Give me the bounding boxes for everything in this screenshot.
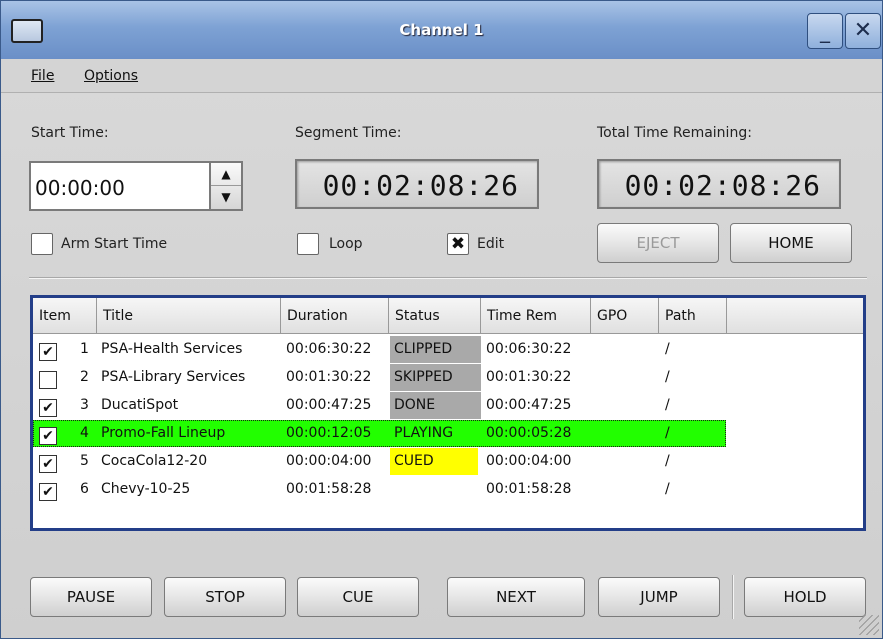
table-row[interactable]: ✔ 3 DucatiSpot 00:00:47:25 DONE 00:00:47… bbox=[33, 392, 726, 419]
row-path: / bbox=[665, 425, 670, 441]
row-path: / bbox=[665, 453, 670, 469]
row-number: 2 bbox=[80, 369, 89, 385]
stop-button[interactable]: STOP bbox=[164, 577, 286, 617]
spin-up-arrow-icon[interactable]: ▲ bbox=[211, 163, 241, 186]
close-button[interactable]: ✕ bbox=[845, 13, 881, 49]
row-number: 6 bbox=[80, 481, 89, 497]
edit-label: Edit bbox=[477, 236, 505, 252]
jump-button[interactable]: JUMP bbox=[598, 577, 720, 617]
row-title: Promo-Fall Lineup bbox=[101, 425, 226, 441]
row-title: CocaCola12-20 bbox=[101, 453, 208, 469]
next-button[interactable]: NEXT bbox=[447, 577, 585, 617]
row-checkbox[interactable]: ✔ bbox=[39, 483, 57, 501]
divider bbox=[29, 277, 867, 279]
row-path: / bbox=[665, 369, 670, 385]
start-time-input[interactable]: 00:00:00 bbox=[29, 161, 209, 211]
channel-window: Channel 1 _ ✕ File Options Start Time: S… bbox=[0, 0, 883, 639]
table-row[interactable]: 2 PSA-Library Services 00:01:30:22 SKIPP… bbox=[33, 364, 726, 391]
row-checkbox[interactable]: ✔ bbox=[39, 427, 57, 445]
row-number: 5 bbox=[80, 453, 89, 469]
segment-time-display: 00:02:08:26 bbox=[295, 159, 539, 209]
table-row[interactable]: ✔ 5 CocaCola12-20 00:00:04:00 CUED 00:00… bbox=[33, 448, 726, 475]
header-time-rem[interactable]: Time Rem bbox=[481, 298, 591, 334]
header-item[interactable]: Item bbox=[33, 298, 97, 334]
total-time-remaining-display: 00:02:08:26 bbox=[597, 159, 841, 209]
menu-bar: File Options bbox=[1, 59, 882, 93]
row-number: 1 bbox=[80, 341, 89, 357]
cue-button[interactable]: CUE bbox=[297, 577, 419, 617]
loop-checkbox[interactable] bbox=[297, 233, 319, 255]
row-duration: 00:00:12:05 bbox=[286, 425, 372, 441]
resize-grip-icon[interactable] bbox=[859, 615, 879, 635]
header-gpo[interactable]: GPO bbox=[591, 298, 659, 334]
start-time-spinner: ▲ ▼ bbox=[209, 161, 243, 211]
row-title: PSA-Health Services bbox=[101, 341, 243, 357]
table-row[interactable]: ✔ 1 PSA-Health Services 00:06:30:22 CLIP… bbox=[33, 336, 726, 363]
button-divider bbox=[732, 575, 734, 619]
eject-button[interactable]: EJECT bbox=[597, 223, 719, 263]
row-status: PLAYING bbox=[394, 425, 454, 441]
arm-start-time-checkbox[interactable] bbox=[31, 233, 53, 255]
row-checkbox[interactable]: ✔ bbox=[39, 343, 57, 361]
home-button[interactable]: HOME bbox=[730, 223, 852, 263]
table-header: Item Title Duration Status Time Rem GPO … bbox=[33, 298, 863, 334]
row-duration: 00:06:30:22 bbox=[286, 341, 372, 357]
header-title[interactable]: Title bbox=[97, 298, 281, 334]
window-title: Channel 1 bbox=[399, 21, 484, 39]
row-title: Chevy-10-25 bbox=[101, 481, 191, 497]
hold-button[interactable]: HOLD bbox=[744, 577, 866, 617]
table-row[interactable]: ✔ 6 Chevy-10-25 00:01:58:28 00:01:58:28 … bbox=[33, 476, 726, 503]
row-title: DucatiSpot bbox=[101, 397, 179, 413]
row-time-rem: 00:00:05:28 bbox=[486, 425, 572, 441]
row-duration: 00:00:04:00 bbox=[286, 453, 372, 469]
menu-options[interactable]: Options bbox=[84, 68, 138, 84]
row-number: 4 bbox=[80, 425, 89, 441]
row-duration: 00:01:58:28 bbox=[286, 481, 372, 497]
menu-file[interactable]: File bbox=[31, 68, 54, 84]
title-bar[interactable]: Channel 1 _ ✕ bbox=[1, 1, 882, 59]
arm-start-time-label: Arm Start Time bbox=[61, 236, 168, 252]
start-time-label: Start Time: bbox=[31, 125, 109, 141]
segment-time-label: Segment Time: bbox=[295, 125, 402, 141]
row-time-rem: 00:01:30:22 bbox=[486, 369, 572, 385]
row-status: CLIPPED bbox=[390, 336, 481, 363]
header-duration[interactable]: Duration bbox=[281, 298, 389, 334]
row-path: / bbox=[665, 397, 670, 413]
row-time-rem: 00:00:04:00 bbox=[486, 453, 572, 469]
row-duration: 00:00:47:25 bbox=[286, 397, 372, 413]
playlist-table: Item Title Duration Status Time Rem GPO … bbox=[30, 295, 866, 531]
minimize-button[interactable]: _ bbox=[807, 13, 843, 49]
row-path: / bbox=[665, 341, 670, 357]
loop-label: Loop bbox=[329, 236, 363, 252]
table-row-playing[interactable]: ✔ 4 Promo-Fall Lineup 00:00:12:05 PLAYIN… bbox=[33, 420, 726, 447]
header-status[interactable]: Status bbox=[389, 298, 481, 334]
row-checkbox[interactable]: ✔ bbox=[39, 455, 57, 473]
row-status: DONE bbox=[390, 392, 481, 419]
row-status: SKIPPED bbox=[390, 364, 481, 391]
spin-down-arrow-icon[interactable]: ▼ bbox=[211, 186, 241, 209]
total-time-remaining-label: Total Time Remaining: bbox=[597, 125, 752, 141]
row-checkbox[interactable]: ✔ bbox=[39, 399, 57, 417]
row-path: / bbox=[665, 481, 670, 497]
row-checkbox[interactable] bbox=[39, 371, 57, 389]
row-status: CUED bbox=[390, 448, 478, 475]
row-time-rem: 00:00:47:25 bbox=[486, 397, 572, 413]
header-path[interactable]: Path bbox=[659, 298, 727, 334]
row-time-rem: 00:06:30:22 bbox=[486, 341, 572, 357]
edit-checkbox[interactable]: ✖ bbox=[447, 233, 469, 255]
row-number: 3 bbox=[80, 397, 89, 413]
row-duration: 00:01:30:22 bbox=[286, 369, 372, 385]
pause-button[interactable]: PAUSE bbox=[30, 577, 152, 617]
row-time-rem: 00:01:58:28 bbox=[486, 481, 572, 497]
row-title: PSA-Library Services bbox=[101, 369, 246, 385]
